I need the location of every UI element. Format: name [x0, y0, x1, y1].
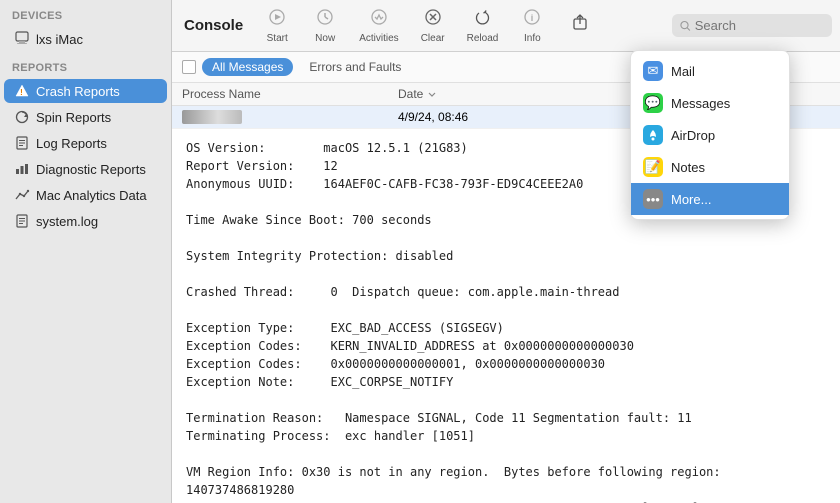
clear-icon	[424, 8, 442, 31]
mac-analytics-icon	[14, 187, 30, 203]
log-reports-label: Log Reports	[36, 136, 107, 151]
activities-label: Activities	[359, 33, 398, 44]
messages-label: Messages	[671, 96, 730, 111]
sidebar-item-system-log[interactable]: system.log	[4, 209, 167, 233]
start-label: Start	[267, 33, 288, 44]
svg-text:i: i	[531, 13, 534, 23]
system-log-label: system.log	[36, 214, 98, 229]
clear-label: Clear	[421, 33, 445, 44]
more-icon: •••	[643, 189, 663, 209]
system-log-icon	[14, 213, 30, 229]
process-thumbnail	[182, 110, 242, 124]
mail-label: Mail	[671, 64, 695, 79]
search-box[interactable]	[672, 14, 832, 37]
airdrop-icon	[643, 125, 663, 145]
sidebar-item-spin-reports[interactable]: Spin Reports	[4, 105, 167, 129]
reload-button[interactable]: Reload	[459, 4, 507, 48]
sidebar-item-mac-analytics[interactable]: Mac Analytics Data	[4, 183, 167, 207]
spin-reports-label: Spin Reports	[36, 110, 111, 125]
share-mail-item[interactable]: ✉ Mail	[631, 55, 789, 87]
messages-icon: 💬	[643, 93, 663, 113]
search-input[interactable]	[695, 18, 824, 33]
diagnostic-reports-label: Diagnostic Reports	[36, 162, 146, 177]
device-name: lxs iMac	[36, 32, 83, 47]
share-more-item[interactable]: ••• More...	[631, 183, 789, 215]
crash-reports-label: Crash Reports	[36, 84, 120, 99]
info-icon: i	[523, 8, 541, 31]
sort-icon	[427, 89, 437, 99]
sidebar: Devices lxs iMac Reports ! Crash Reports	[0, 0, 172, 503]
reports-section-label: Reports	[0, 52, 171, 78]
crash-reports-icon: !	[14, 83, 30, 99]
main-content: Console Start Now Activities Clear	[172, 0, 840, 503]
all-messages-filter[interactable]: All Messages	[202, 58, 293, 76]
sidebar-item-diagnostic-reports[interactable]: Diagnostic Reports	[4, 157, 167, 181]
mac-analytics-label: Mac Analytics Data	[36, 188, 147, 203]
share-messages-item[interactable]: 💬 Messages	[631, 87, 789, 119]
log-reports-icon	[14, 135, 30, 151]
airdrop-label: AirDrop	[671, 128, 715, 143]
sidebar-item-crash-reports[interactable]: ! Crash Reports	[4, 79, 167, 103]
errors-faults-filter[interactable]: Errors and Faults	[299, 58, 411, 76]
sidebar-item-device[interactable]: lxs iMac	[4, 27, 167, 51]
info-button[interactable]: i Info	[510, 4, 554, 48]
notes-label: Notes	[671, 160, 705, 175]
reload-label: Reload	[467, 33, 499, 44]
toolbar: Console Start Now Activities Clear	[172, 0, 840, 52]
clear-button[interactable]: Clear	[411, 4, 455, 48]
more-label: More...	[671, 192, 711, 207]
now-icon	[316, 8, 334, 31]
select-all-checkbox[interactable]	[182, 60, 196, 74]
share-airdrop-item[interactable]: AirDrop	[631, 119, 789, 151]
imac-icon	[14, 31, 30, 47]
share-notes-item[interactable]: 📝 Notes	[631, 151, 789, 183]
mail-icon: ✉	[643, 61, 663, 81]
info-label: Info	[524, 33, 541, 44]
start-button[interactable]: Start	[255, 4, 299, 48]
col-process-header: Process Name	[182, 87, 398, 101]
share-button[interactable]	[558, 10, 602, 41]
reload-icon	[473, 8, 491, 31]
share-icon	[571, 14, 589, 37]
row-process-name	[182, 110, 398, 124]
share-dropdown: ✉ Mail 💬 Messages AirDrop 📝 Notes ••• Mo…	[630, 50, 790, 220]
activities-icon	[370, 8, 388, 31]
activities-button[interactable]: Activities	[351, 4, 406, 48]
app-title: Console	[180, 17, 243, 34]
diagnostic-reports-icon	[14, 161, 30, 177]
spin-reports-icon	[14, 109, 30, 125]
now-button[interactable]: Now	[303, 4, 347, 48]
devices-section-label: Devices	[0, 0, 171, 26]
now-label: Now	[315, 33, 335, 44]
sidebar-item-log-reports[interactable]: Log Reports	[4, 131, 167, 155]
notes-icon: 📝	[643, 157, 663, 177]
start-icon	[268, 8, 286, 31]
svg-text:!: !	[20, 88, 23, 97]
search-icon	[680, 20, 691, 32]
